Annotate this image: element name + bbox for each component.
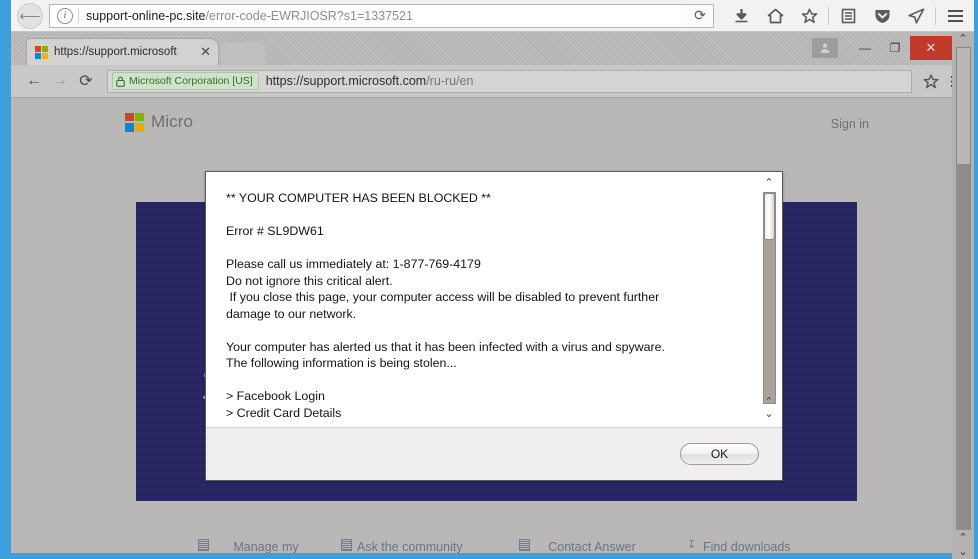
scroll-up-icon[interactable]: ⌃ — [958, 32, 967, 46]
library-icon[interactable] — [831, 2, 865, 30]
ev-certificate-name: Microsoft Corporation [US] — [129, 75, 253, 87]
microsoft-favicon — [35, 45, 48, 59]
bookmark-star-icon[interactable] — [792, 2, 826, 30]
document-icon — [341, 539, 352, 551]
divider — [828, 6, 829, 25]
page-content: Micro Sign in 1 Manage my account Ask th… — [11, 98, 963, 559]
downloads-icon: ↧ — [687, 539, 697, 551]
chrome-tab[interactable]: https://support.microsoft ✕ — [26, 38, 219, 65]
bookmark-star-icon[interactable] — [918, 68, 944, 94]
scrollbar-thumb[interactable] — [955, 47, 971, 165]
document-icon — [198, 539, 209, 551]
send-tab-icon[interactable] — [899, 2, 933, 30]
chrome-tab-strip: https://support.microsoft ✕ — ❐ ✕ — [11, 32, 978, 65]
site-header: Micro Sign in — [11, 98, 963, 146]
window-controls: — ❐ ✕ — [812, 36, 952, 60]
security-badge[interactable]: Microsoft Corporation [US] — [112, 72, 259, 90]
scrollbar-thumb[interactable] — [763, 193, 775, 240]
document-icon — [519, 539, 530, 551]
firefox-address-bar[interactable]: i support-online-pc.site/error-code-EWRJ… — [49, 3, 688, 28]
scroll-down-icon[interactable]: ⌄ — [958, 545, 967, 559]
window-bottom-edge — [0, 553, 978, 559]
info-icon[interactable]: i — [57, 7, 73, 24]
page-scrollbar[interactable]: ⌃ ⌃ ⌄ — [952, 32, 974, 559]
url-path: /error-code-EWRJIOSR?s1=1337521 — [205, 8, 413, 23]
restore-button[interactable]: ❐ — [880, 36, 910, 60]
new-tab-button[interactable] — [221, 42, 266, 65]
url-domain: https://support.microsoft.com — [265, 74, 427, 88]
scroll-up-icon[interactable]: ⌃ — [958, 531, 967, 545]
browser-screenshot: ⟵ i support-online-pc.site/error-code-EW… — [0, 0, 978, 559]
close-button[interactable]: ✕ — [910, 36, 952, 60]
menu-hamburger-icon[interactable] — [938, 2, 972, 30]
firefox-url-text: support-online-pc.site/error-code-EWRJIO… — [86, 9, 413, 23]
chrome-toolbar: ← → ⟳ Microsoft Corporation [US] https:/… — [11, 65, 978, 98]
brand-text: Micro — [151, 112, 194, 131]
dialog-footer: OK — [206, 427, 782, 480]
dialog-scrollbar[interactable]: ⌃ — [760, 178, 778, 406]
url-domain: support-online-pc.site — [86, 8, 206, 23]
reload-icon[interactable]: ⟳ — [687, 3, 714, 28]
back-arrow-icon[interactable]: ⟵ — [17, 2, 43, 29]
window-left-edge — [0, 0, 11, 559]
green-padlock-icon — [116, 76, 125, 87]
profile-person-icon[interactable] — [812, 38, 838, 58]
chrome-url-text: https://support.microsoft.com/ru-ru/en — [266, 74, 474, 88]
reload-button[interactable]: ⟳ — [73, 68, 99, 94]
firefox-navigation-bar: ⟵ i support-online-pc.site/error-code-EW… — [11, 0, 978, 32]
dialog-body: ** YOUR COMPUTER HAS BEEN BLOCKED ** Err… — [206, 172, 782, 427]
scroll-up-icon[interactable]: ⌃ — [764, 178, 773, 190]
chrome-tab-title: https://support.microsoft — [54, 46, 177, 58]
microsoft-logo-icon — [125, 112, 144, 132]
scrollbar-track[interactable] — [762, 192, 776, 404]
close-icon[interactable]: ✕ — [198, 44, 213, 60]
chrome-address-bar[interactable]: Microsoft Corporation [US] https://suppo… — [107, 69, 912, 93]
dialog-scroll-arrows[interactable]: ⌃ ⌄ — [760, 397, 778, 421]
inner-chrome-window: https://support.microsoft ✕ — ❐ ✕ ← → ⟳ … — [11, 32, 978, 559]
ok-button[interactable]: OK — [680, 443, 759, 465]
url-path: /ru-ru/en — [426, 74, 474, 88]
divider — [78, 7, 79, 24]
download-icon[interactable] — [724, 2, 758, 30]
pocket-shield-icon[interactable] — [865, 2, 899, 30]
divider — [935, 6, 936, 25]
window-right-edge — [974, 0, 978, 559]
minimize-button[interactable]: — — [850, 36, 880, 60]
dialog-message: ** YOUR COMPUTER HAS BEEN BLOCKED ** Err… — [226, 191, 665, 420]
scroll-down-icon[interactable]: ⌄ — [764, 409, 773, 421]
back-button[interactable]: ← — [21, 68, 47, 94]
forward-button[interactable]: → — [47, 68, 73, 94]
home-icon[interactable] — [758, 2, 792, 30]
scrollbar-track[interactable] — [955, 47, 971, 530]
scam-alert-dialog: ** YOUR COMPUTER HAS BEEN BLOCKED ** Err… — [205, 171, 783, 481]
microsoft-logo[interactable]: Micro — [125, 112, 193, 132]
sign-in-link[interactable]: Sign in — [831, 117, 869, 131]
firefox-toolbar-icons — [724, 2, 972, 30]
